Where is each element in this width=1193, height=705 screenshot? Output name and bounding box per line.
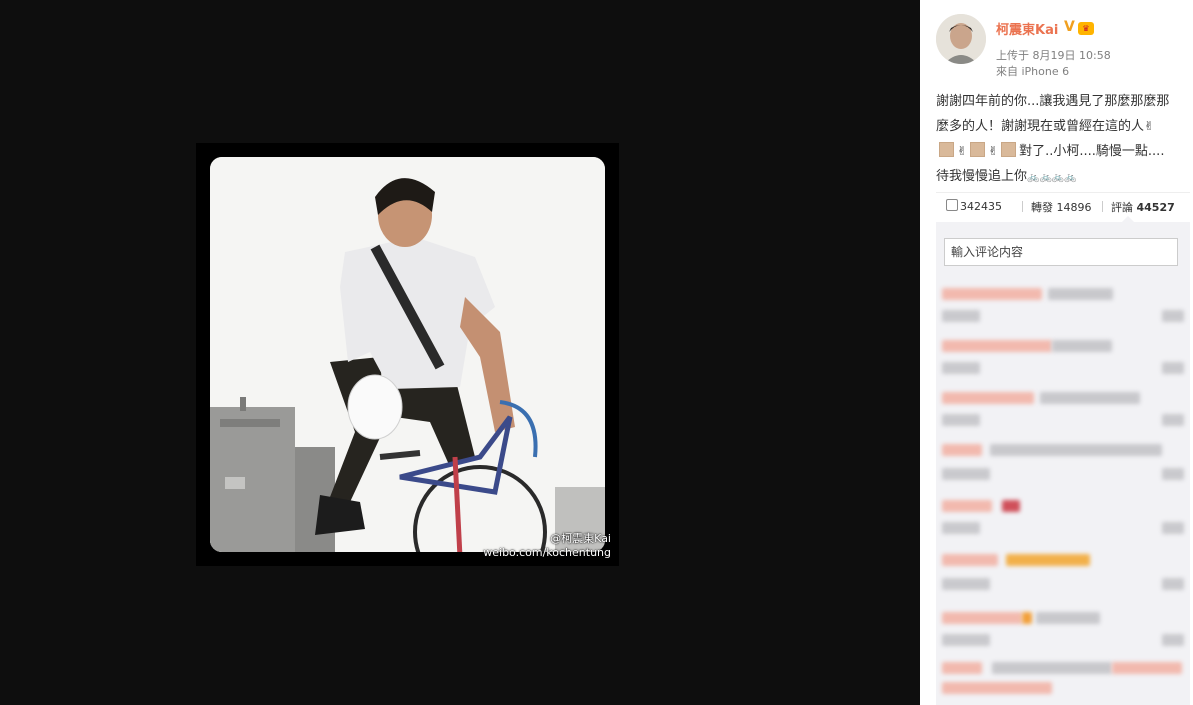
comment-item [940,606,1186,652]
post-text-line2-text: 麼多的人！謝謝現在或曾經在這的人 [936,119,1145,134]
divider [1022,201,1023,212]
forward-button[interactable]: 轉發 14896 [1022,199,1092,215]
post-stats: 342435 轉發 14896 評論 44527 [936,192,1190,221]
comment-input[interactable]: 輸入评论内容 [944,238,1178,266]
emoji-icon [970,142,986,157]
comment-caret [1122,216,1134,222]
comment-button[interactable]: 評論 44527 [1102,199,1175,215]
comment-item [940,656,1186,702]
peace-emoji: ✌ [1144,119,1155,133]
emoji-icon [939,142,954,157]
post-source: 來自 iPhone 6 [996,65,1070,78]
post-timestamp[interactable]: 上传于 8月19日 10:58 [996,47,1111,63]
image-viewer: @柯震東Kai weibo.com/kochentung [0,0,920,705]
peace-emoji: ✌ [957,144,968,158]
comment-item [940,334,1186,380]
post-panel: 柯震東Kai V ♛ 上传于 8月19日 10:58 來自 iPhone 6 謝… [920,0,1193,705]
post-text-line1: 謝謝四年前的你...讓我遇見了那麼那麼那 [936,94,1170,109]
verified-icon: V [1064,19,1075,35]
post-text-line4-text: 待我慢慢追上你 [936,169,1028,184]
peace-emoji: ✌ [988,144,999,158]
post-text-line4: 待我慢慢追上你🚲🚲🚲🚲 [936,164,1188,190]
watermark-url: weibo.com/kochentung [483,546,611,559]
watermark-user: @柯震東Kai [550,532,611,545]
avatar[interactable] [936,14,986,64]
comment-section: 輸入评论内容 [936,216,1190,705]
like-button[interactable]: 342435 [946,199,1002,213]
forward-count: 14896 [1056,201,1092,214]
post-text-line2: 麼多的人！謝謝現在或曾經在這的人✌ [936,114,1188,139]
photo-frame: @柯震東Kai weibo.com/kochentung [196,143,619,566]
emoji-icon [1001,142,1017,157]
photo-illustration [210,157,605,552]
divider [1102,201,1103,212]
post-text-line3: ✌ ✌ 對了..小柯....騎慢一點.... [936,139,1188,164]
post-photo[interactable] [210,157,605,552]
username[interactable]: 柯震東Kai [996,19,1058,38]
comment-item [940,282,1186,328]
like-icon [946,199,958,211]
like-count: 342435 [960,200,1002,213]
comment-item [940,494,1186,540]
comment-item [940,436,1186,482]
avatar-image [936,14,986,64]
comment-item [940,386,1186,432]
post-text-line3-text: 對了..小柯....騎慢一點.... [1019,144,1165,159]
comment-item [940,548,1186,594]
comment-count: 44527 [1136,201,1175,214]
comment-label: 評論 [1111,201,1133,214]
post-text: 謝謝四年前的你...讓我遇見了那麼那麼那 麼多的人！謝謝現在或曾經在這的人✌ ✌… [936,89,1188,190]
bike-emojis: 🚲🚲🚲🚲 [1027,172,1077,183]
vip-icon: ♛ [1078,22,1094,35]
forward-label: 轉發 [1031,201,1053,214]
